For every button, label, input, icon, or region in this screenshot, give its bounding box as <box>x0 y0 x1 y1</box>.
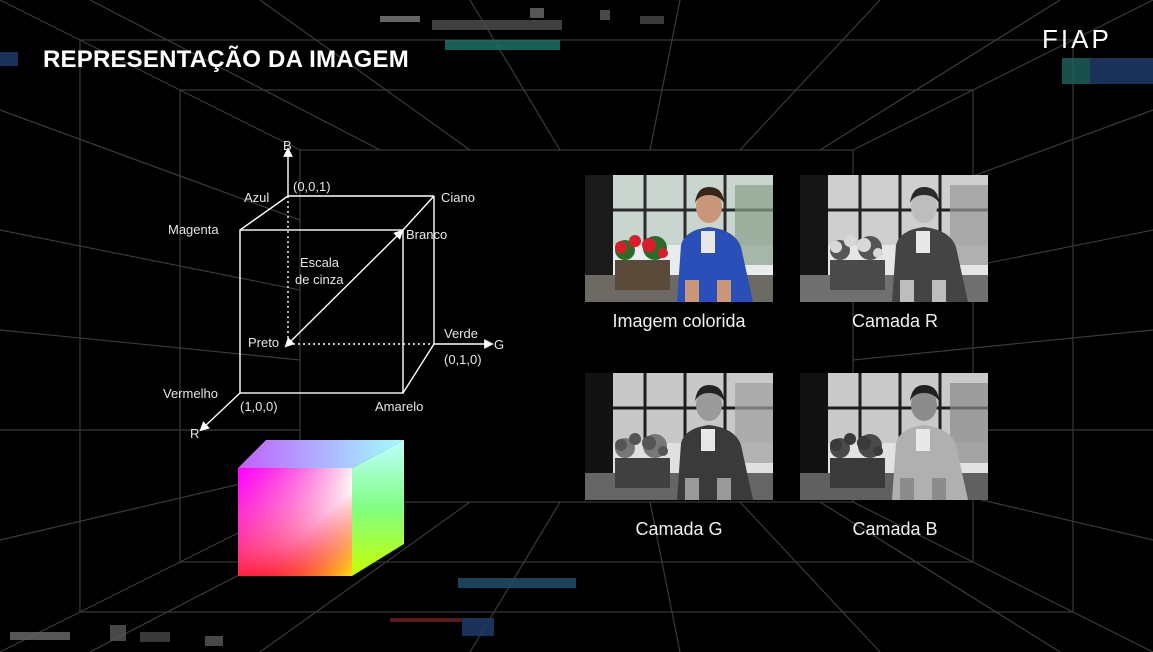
caption-colored: Imagem colorida <box>612 311 746 331</box>
label-preto: Preto <box>248 335 279 350</box>
label-escala: Escala <box>300 255 340 270</box>
caption-layer-g: Camada G <box>635 519 723 539</box>
svg-text:FIAP: FIAP <box>1042 27 1112 51</box>
rgb-cube-diagram: B (0,0,1) Azul Ciano Magenta Branco Esca… <box>163 138 504 440</box>
label-axis-b: B <box>283 138 292 153</box>
label-azul: Azul <box>244 190 269 205</box>
grayscale-diagonal <box>284 229 404 348</box>
photo-layer-g <box>585 373 773 500</box>
label-coord-blue: (0,0,1) <box>293 179 331 194</box>
caption-layer-r: Camada R <box>851 311 939 331</box>
photo-layer-r <box>800 175 988 302</box>
label-vermelho: Vermelho <box>163 386 218 401</box>
label-de-cinza: de cinza <box>295 272 344 287</box>
photo-layer-b <box>800 373 988 500</box>
cube-edge <box>402 195 435 231</box>
caption-layer-b: Camada B <box>852 519 938 539</box>
label-axis-r: R <box>190 426 199 440</box>
label-branco: Branco <box>406 227 447 242</box>
label-coord-red: (1,0,0) <box>240 399 278 414</box>
label-coord-green: (0,1,0) <box>444 352 482 367</box>
label-axis-g: G <box>494 337 504 352</box>
label-verde: Verde <box>444 326 478 341</box>
label-amarelo: Amarelo <box>375 399 423 414</box>
photo-colored <box>585 175 773 302</box>
fiap-logo: FIAP <box>1042 27 1112 51</box>
slide-title: REPRESENTAÇÃO DA IMAGEM <box>43 46 409 73</box>
label-magenta: Magenta <box>168 222 219 237</box>
label-ciano: Ciano <box>441 190 475 205</box>
cube-edge <box>402 343 435 394</box>
rgb-color-cube <box>238 440 404 576</box>
